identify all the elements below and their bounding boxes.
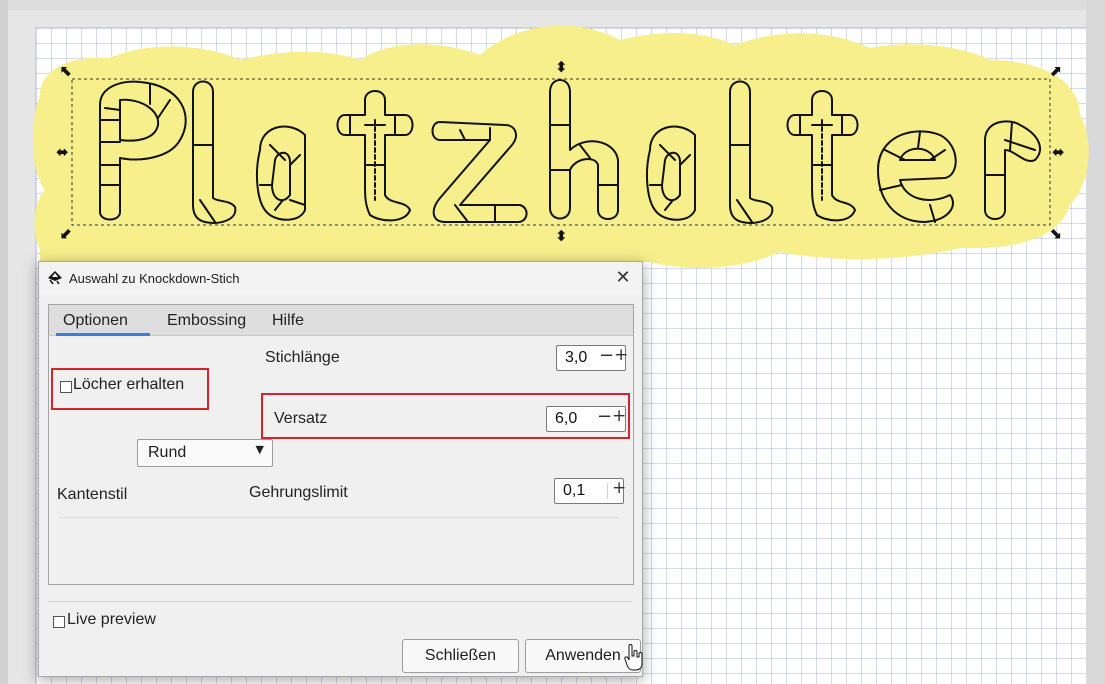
resize-handle-bottom-right-icon[interactable]: ⬊: [1049, 226, 1062, 241]
resize-handle-top-icon[interactable]: ⬍: [555, 60, 568, 75]
stichlaenge-value[interactable]: 3,0: [565, 349, 587, 367]
resize-handle-top-right-icon[interactable]: ⬈: [1049, 64, 1062, 79]
stichlaenge-label: Stichlänge: [265, 349, 340, 366]
kantenstil-label: Kantenstil: [57, 486, 128, 503]
kantenstil-value: Rund: [148, 444, 187, 461]
live-preview-label[interactable]: Live preview: [67, 611, 156, 629]
kantenstil-dropdown[interactable]: Rund ▼: [137, 439, 273, 467]
live-preview-checkbox[interactable]: [53, 616, 65, 628]
gehrungslimit-increment-button[interactable]: +: [612, 478, 626, 498]
versatz-increment-button[interactable]: +: [612, 406, 626, 426]
options-panel: Optionen Embossing Hilfe Stichlänge 3,0 …: [48, 304, 634, 585]
gehrungslimit-label: Gehrungslimit: [249, 484, 348, 501]
inkscape-app-icon: [48, 271, 62, 285]
versatz-decrement-button[interactable]: −: [597, 406, 612, 427]
footer-divider: [48, 601, 632, 602]
resize-handle-bottom-icon[interactable]: ⬍: [555, 229, 568, 244]
versatz-spinbox[interactable]: 6,0 − +: [546, 406, 626, 432]
gehrungslimit-value[interactable]: 0,1: [563, 482, 585, 500]
tab-optionen[interactable]: Optionen: [63, 312, 128, 330]
chevron-down-icon: ▼: [255, 443, 264, 456]
knockdown-dialog: Auswahl zu Knockdown-Stich ✕ Optionen Em…: [38, 261, 643, 677]
close-icon[interactable]: ✕: [610, 265, 636, 291]
tab-hilfe[interactable]: Hilfe: [272, 312, 304, 330]
dialog-title: Auswahl zu Knockdown-Stich: [69, 271, 240, 286]
panel-divider: [59, 517, 619, 518]
stichlaenge-decrement-button[interactable]: −: [599, 345, 614, 366]
resize-handle-top-left-icon[interactable]: ⬉: [60, 64, 73, 79]
active-tab-indicator: [56, 333, 150, 336]
tab-bar: Optionen Embossing Hilfe: [49, 305, 633, 336]
close-button[interactable]: Schließen: [402, 639, 519, 673]
stichlaenge-spinbox[interactable]: 3,0 − +: [556, 345, 628, 371]
mouse-cursor-icon: [624, 644, 643, 671]
resize-handle-right-icon[interactable]: ⬌: [1052, 145, 1065, 160]
stichlaenge-increment-button[interactable]: +: [614, 345, 628, 365]
loecher-label[interactable]: Löcher erhalten: [73, 376, 184, 394]
resize-handle-bottom-left-icon[interactable]: ⬋: [60, 226, 73, 241]
versatz-label: Versatz: [274, 410, 328, 427]
dialog-titlebar[interactable]: Auswahl zu Knockdown-Stich ✕: [39, 262, 642, 294]
resize-handle-left-icon[interactable]: ⬌: [56, 145, 69, 160]
spin-separator: [607, 483, 608, 499]
loecher-checkbox[interactable]: [60, 381, 72, 393]
versatz-value[interactable]: 6,0: [555, 410, 577, 428]
tab-embossing[interactable]: Embossing: [167, 312, 246, 330]
gehrungslimit-spinbox[interactable]: 0,1 +: [554, 478, 626, 504]
